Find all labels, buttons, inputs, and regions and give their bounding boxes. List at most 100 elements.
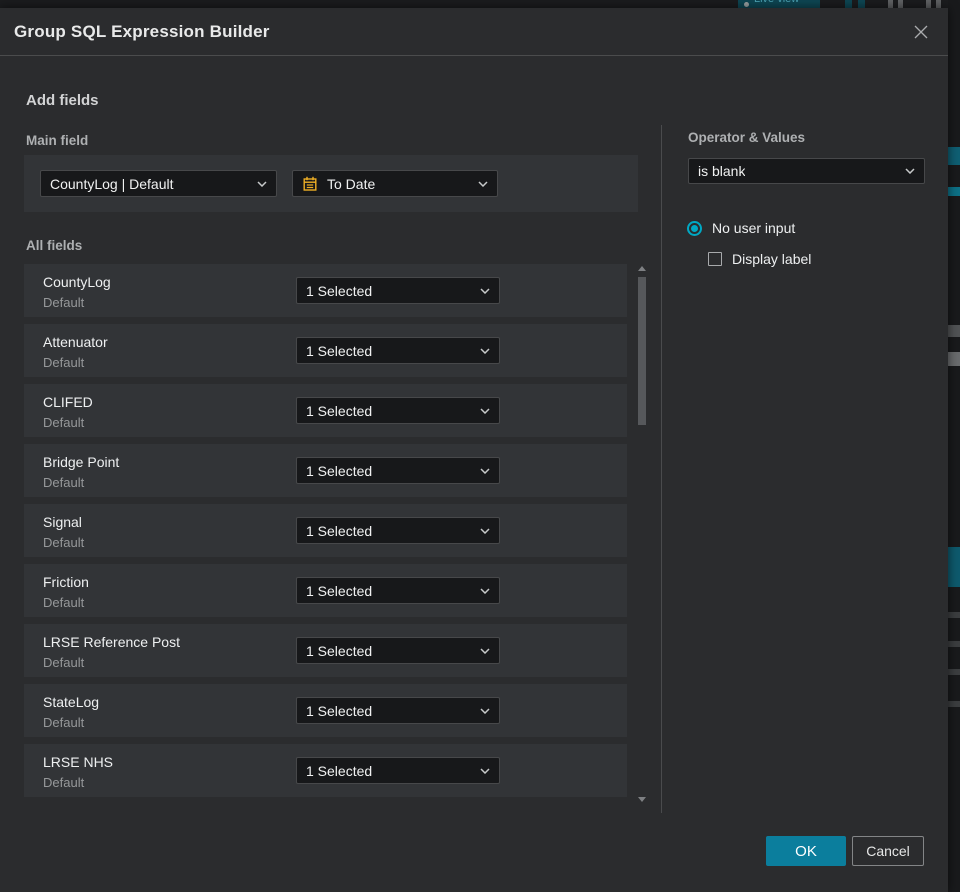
chevron-down-icon [480, 707, 490, 714]
operator-value: is blank [698, 163, 746, 179]
backdrop-fragment [948, 612, 960, 618]
scroll-down-arrow-icon[interactable] [638, 797, 646, 802]
field-row-attenuator: Attenuator Default 1 Selected [24, 324, 627, 377]
chevron-down-icon [480, 467, 490, 474]
scroll-up-arrow-icon[interactable] [638, 266, 646, 271]
field-name: CLIFED [43, 394, 93, 410]
backdrop-fragment [948, 547, 960, 587]
all-fields-label: All fields [26, 238, 83, 253]
operator-values-label: Operator & Values [688, 130, 806, 145]
main-field-panel: CountyLog | Default To Date [24, 155, 638, 212]
field-selection-dropdown[interactable]: 1 Selected [296, 577, 500, 604]
backdrop-fragment [948, 701, 960, 707]
chevron-down-icon [480, 287, 490, 294]
group-sql-expression-builder-dialog: Group SQL Expression Builder Add fields … [0, 8, 948, 892]
add-fields-heading: Add fields [26, 92, 99, 109]
field-row-statelog: StateLog Default 1 Selected [24, 684, 627, 737]
background-app-top-strip: Live view [0, 0, 960, 8]
main-field-value: To Date [327, 175, 376, 192]
backdrop-fragment [948, 187, 960, 196]
field-selection-value: 1 Selected [306, 462, 373, 479]
field-selection-value: 1 Selected [306, 642, 373, 659]
field-selection-dropdown[interactable]: 1 Selected [296, 397, 500, 424]
chevron-down-icon [905, 168, 915, 174]
field-row-signal: Signal Default 1 Selected [24, 504, 627, 557]
live-view-tab: Live view [738, 0, 820, 8]
field-row-friction: Friction Default 1 Selected [24, 564, 627, 617]
field-subtitle: Default [43, 415, 85, 430]
field-subtitle: Default [43, 655, 85, 670]
backdrop-fragment [898, 0, 903, 8]
chevron-down-icon [480, 647, 490, 654]
chevron-down-icon [480, 767, 490, 774]
field-subtitle: Default [43, 595, 85, 610]
main-field-select-value: CountyLog | Default [50, 175, 174, 192]
field-selection-value: 1 Selected [306, 282, 373, 299]
chevron-down-icon [480, 407, 490, 414]
chevron-down-icon [478, 180, 488, 187]
display-label-label: Display label [732, 251, 812, 267]
field-selection-dropdown[interactable]: 1 Selected [296, 457, 500, 484]
scrollbar-thumb[interactable] [638, 277, 646, 425]
main-field-select[interactable]: CountyLog | Default [40, 170, 277, 197]
backdrop-fragment [948, 641, 960, 647]
field-name: Friction [43, 574, 89, 590]
field-name: StateLog [43, 694, 100, 710]
backdrop-fragment [948, 147, 960, 165]
field-row-countylog: CountyLog Default 1 Selected [24, 264, 627, 317]
field-row-bridge-point: Bridge Point Default 1 Selected [24, 444, 627, 497]
no-user-input-radio[interactable]: No user input [687, 220, 795, 236]
field-selection-dropdown[interactable]: 1 Selected [296, 697, 500, 724]
field-subtitle: Default [43, 535, 85, 550]
backdrop-fragment [888, 0, 893, 8]
operator-select[interactable]: is blank [688, 158, 925, 184]
main-field-label: Main field [26, 133, 89, 148]
cancel-button[interactable]: Cancel [852, 836, 924, 866]
chevron-down-icon [480, 527, 490, 534]
main-field-value-select[interactable]: To Date [292, 170, 498, 197]
field-row-lrse-reference-post: LRSE Reference Post Default 1 Selected [24, 624, 627, 677]
live-view-dot-icon [744, 2, 749, 7]
field-selection-value: 1 Selected [306, 762, 373, 779]
backdrop-fragment [926, 0, 931, 8]
display-label-checkbox[interactable]: Display label [708, 251, 811, 267]
field-row-lrse-nhs: LRSE NHS Default 1 Selected [24, 744, 627, 797]
backdrop-fragment [845, 0, 852, 8]
field-subtitle: Default [43, 355, 85, 370]
backdrop-fragment [858, 0, 865, 8]
field-selection-dropdown[interactable]: 1 Selected [296, 277, 500, 304]
close-button[interactable] [908, 19, 934, 45]
field-selection-dropdown[interactable]: 1 Selected [296, 517, 500, 544]
backdrop-fragment [948, 352, 960, 366]
chevron-down-icon [480, 347, 490, 354]
ok-button[interactable]: OK [766, 836, 846, 866]
field-name: CountyLog [43, 274, 111, 290]
chevron-down-icon [480, 587, 490, 594]
dialog-title: Group SQL Expression Builder [14, 21, 270, 41]
field-name: LRSE Reference Post [43, 634, 180, 650]
field-subtitle: Default [43, 715, 85, 730]
checkbox-unchecked-icon [708, 252, 722, 266]
field-selection-dropdown[interactable]: 1 Selected [296, 337, 500, 364]
field-name: Attenuator [43, 334, 108, 350]
no-user-input-label: No user input [712, 220, 796, 236]
background-app-right-strip [948, 0, 960, 892]
backdrop-fragment [948, 325, 960, 337]
field-selection-value: 1 Selected [306, 402, 373, 419]
field-selection-dropdown[interactable]: 1 Selected [296, 757, 500, 784]
backdrop-fragment [936, 0, 941, 8]
dialog-header: Group SQL Expression Builder [0, 8, 948, 56]
field-selection-value: 1 Selected [306, 582, 373, 599]
live-view-label: Live view [754, 0, 799, 5]
field-selection-dropdown[interactable]: 1 Selected [296, 637, 500, 664]
field-selection-value: 1 Selected [306, 702, 373, 719]
field-subtitle: Default [43, 775, 85, 790]
vertical-divider [661, 125, 662, 813]
calendar-icon [303, 176, 317, 191]
field-selection-value: 1 Selected [306, 522, 373, 539]
field-subtitle: Default [43, 475, 85, 490]
close-icon [914, 25, 928, 38]
field-selection-value: 1 Selected [306, 342, 373, 359]
field-subtitle: Default [43, 295, 85, 310]
field-name: LRSE NHS [43, 754, 114, 770]
